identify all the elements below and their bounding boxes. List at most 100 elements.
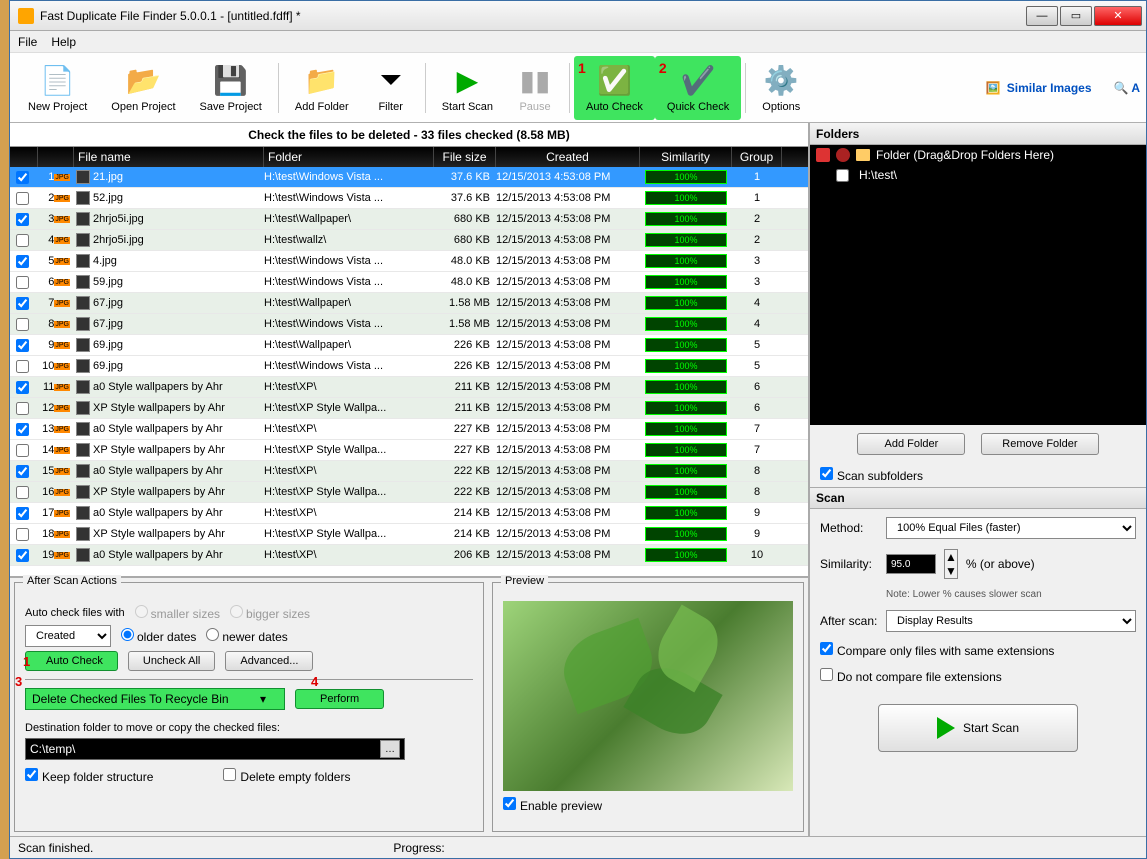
row-checkbox[interactable] (16, 507, 29, 520)
folder-root-row[interactable]: Folder (Drag&Drop Folders Here) (810, 145, 1146, 165)
table-row[interactable]: 9JPG69.jpgH:\test\Wallpaper\226 KB12/15/… (10, 335, 808, 356)
method-select[interactable]: 100% Equal Files (faster) (886, 517, 1136, 539)
row-checkbox[interactable] (16, 171, 29, 184)
minimize-button[interactable]: — (1026, 6, 1058, 26)
row-checkbox[interactable] (16, 255, 29, 268)
table-row[interactable]: 2JPG52.jpgH:\test\Windows Vista ...37.6 … (10, 188, 808, 209)
perform-btn[interactable]: Perform (295, 689, 384, 709)
table-row[interactable]: 4JPG2hrjo5i.jpgH:\test\wallz\680 KB12/15… (10, 230, 808, 251)
row-checkbox[interactable] (16, 234, 29, 247)
file-type-icon: JPG (54, 426, 70, 433)
after-scan-select[interactable]: Display Results (886, 610, 1136, 632)
table-row[interactable]: 1JPG21.jpgH:\test\Windows Vista ...37.6 … (10, 167, 808, 188)
thumbnail-icon (76, 233, 90, 247)
row-checkbox[interactable] (16, 213, 29, 226)
checkbox-all-icon[interactable] (816, 148, 830, 162)
row-checkbox[interactable] (16, 444, 29, 457)
save-project-button[interactable]: 💾Save Project (188, 56, 274, 120)
table-row[interactable]: 13JPGa0 Style wallpapers by AhrH:\test\X… (10, 419, 808, 440)
scan-subfolders-checkbox[interactable] (820, 467, 833, 480)
row-checkbox[interactable] (16, 549, 29, 562)
row-checkbox[interactable] (16, 381, 29, 394)
table-header[interactable]: File name Folder File size Created Simil… (10, 147, 808, 167)
older-dates-radio[interactable] (121, 628, 134, 641)
col-folder[interactable]: Folder (264, 147, 434, 167)
add-folder-btn[interactable]: Add Folder (857, 433, 965, 455)
not-compare-ext-checkbox[interactable] (820, 668, 833, 681)
table-body[interactable]: 1JPG21.jpgH:\test\Windows Vista ...37.6 … (10, 167, 808, 576)
action-select[interactable]: Delete Checked Files To Recycle Bin▾ (25, 688, 285, 710)
folder-item-row[interactable]: H:\test\ (810, 165, 1146, 185)
open-project-button[interactable]: 📂Open Project (99, 56, 187, 120)
quick-check-button[interactable]: 2✔️Quick Check (655, 56, 741, 120)
col-size[interactable]: File size (434, 147, 496, 167)
table-row[interactable]: 11JPGa0 Style wallpapers by AhrH:\test\X… (10, 377, 808, 398)
auto-check-btn[interactable]: Auto Check (25, 651, 118, 671)
add-folder-button[interactable]: 📁Add Folder (283, 56, 361, 120)
newer-dates-radio[interactable] (206, 628, 219, 641)
row-checkbox[interactable] (16, 297, 29, 310)
col-similarity[interactable]: Similarity (640, 147, 732, 167)
col-filename[interactable]: File name (74, 147, 264, 167)
compare-ext-checkbox[interactable] (820, 642, 833, 655)
table-row[interactable]: 7JPG67.jpgH:\test\Wallpaper\1.58 MB12/15… (10, 293, 808, 314)
table-row[interactable]: 3JPG2hrjo5i.jpgH:\test\Wallpaper\680 KB1… (10, 209, 808, 230)
table-row[interactable]: 6JPG59.jpgH:\test\Windows Vista ...48.0 … (10, 272, 808, 293)
row-checkbox[interactable] (16, 192, 29, 205)
audio-link-icon[interactable]: 🔍 A (1114, 81, 1141, 95)
titlebar[interactable]: Fast Duplicate File Finder 5.0.0.1 - [un… (10, 1, 1146, 31)
table-row[interactable]: 14JPGXP Style wallpapers by AhrH:\test\X… (10, 440, 808, 461)
new-project-button[interactable]: 📄New Project (16, 56, 99, 120)
table-row[interactable]: 16JPGXP Style wallpapers by AhrH:\test\X… (10, 482, 808, 503)
advanced-btn[interactable]: Advanced... (225, 651, 313, 671)
remove-icon[interactable] (836, 148, 850, 162)
thumbnail-icon (76, 380, 90, 394)
row-checkbox[interactable] (16, 276, 29, 289)
menu-help[interactable]: Help (51, 35, 76, 49)
quick-check-icon: ✔️ (680, 63, 716, 99)
remove-folder-btn[interactable]: Remove Folder (981, 433, 1098, 455)
row-checkbox[interactable] (16, 486, 29, 499)
table-row[interactable]: 12JPGXP Style wallpapers by AhrH:\test\X… (10, 398, 808, 419)
start-scan-big-button[interactable]: Start Scan (878, 704, 1078, 752)
spin-down-icon[interactable]: ▼ (945, 564, 957, 578)
table-row[interactable]: 19JPGa0 Style wallpapers by AhrH:\test\X… (10, 545, 808, 566)
menu-file[interactable]: File (18, 35, 37, 49)
auto-check-button[interactable]: 1✅Auto Check (574, 56, 655, 120)
table-row[interactable]: 15JPGa0 Style wallpapers by AhrH:\test\X… (10, 461, 808, 482)
uncheck-all-btn[interactable]: Uncheck All (128, 651, 215, 671)
close-button[interactable]: ✕ (1094, 6, 1142, 26)
row-checkbox[interactable] (16, 465, 29, 478)
col-group[interactable]: Group (732, 147, 782, 167)
table-row[interactable]: 5JPG4.jpgH:\test\Windows Vista ...48.0 K… (10, 251, 808, 272)
enable-preview-checkbox[interactable] (503, 797, 516, 810)
folder-checkbox[interactable] (836, 169, 849, 182)
row-checkbox[interactable] (16, 402, 29, 415)
similar-images-link[interactable]: 🖼️Similar Images (974, 56, 1104, 120)
col-created[interactable]: Created (496, 147, 640, 167)
delete-empty-checkbox[interactable] (223, 768, 236, 781)
thumbnail-icon (76, 296, 90, 310)
spin-up-icon[interactable]: ▲ (945, 550, 957, 564)
table-row[interactable]: 10JPG69.jpgH:\test\Windows Vista ...226 … (10, 356, 808, 377)
date-criteria-select[interactable]: Created (25, 625, 111, 647)
row-checkbox[interactable] (16, 423, 29, 436)
browse-dest-button[interactable]: … (380, 740, 400, 758)
pause-button[interactable]: ▮▮Pause (505, 56, 565, 120)
keep-structure-checkbox[interactable] (25, 768, 38, 781)
file-type-icon: JPG (54, 468, 70, 475)
options-button[interactable]: ⚙️Options (750, 56, 812, 120)
row-checkbox[interactable] (16, 339, 29, 352)
start-scan-button[interactable]: ▶Start Scan (430, 56, 505, 120)
table-row[interactable]: 17JPGa0 Style wallpapers by AhrH:\test\X… (10, 503, 808, 524)
maximize-button[interactable]: ▭ (1060, 6, 1092, 26)
row-checkbox[interactable] (16, 360, 29, 373)
filter-button[interactable]: ⏷Filter (361, 56, 421, 120)
row-checkbox[interactable] (16, 318, 29, 331)
similarity-input[interactable]: 95.0 (886, 554, 936, 574)
row-checkbox[interactable] (16, 528, 29, 541)
folders-tree[interactable]: Folder (Drag&Drop Folders Here) H:\test\ (810, 145, 1146, 425)
dest-folder-input[interactable]: C:\temp\ … (25, 738, 405, 760)
table-row[interactable]: 8JPG67.jpgH:\test\Windows Vista ...1.58 … (10, 314, 808, 335)
table-row[interactable]: 18JPGXP Style wallpapers by AhrH:\test\X… (10, 524, 808, 545)
